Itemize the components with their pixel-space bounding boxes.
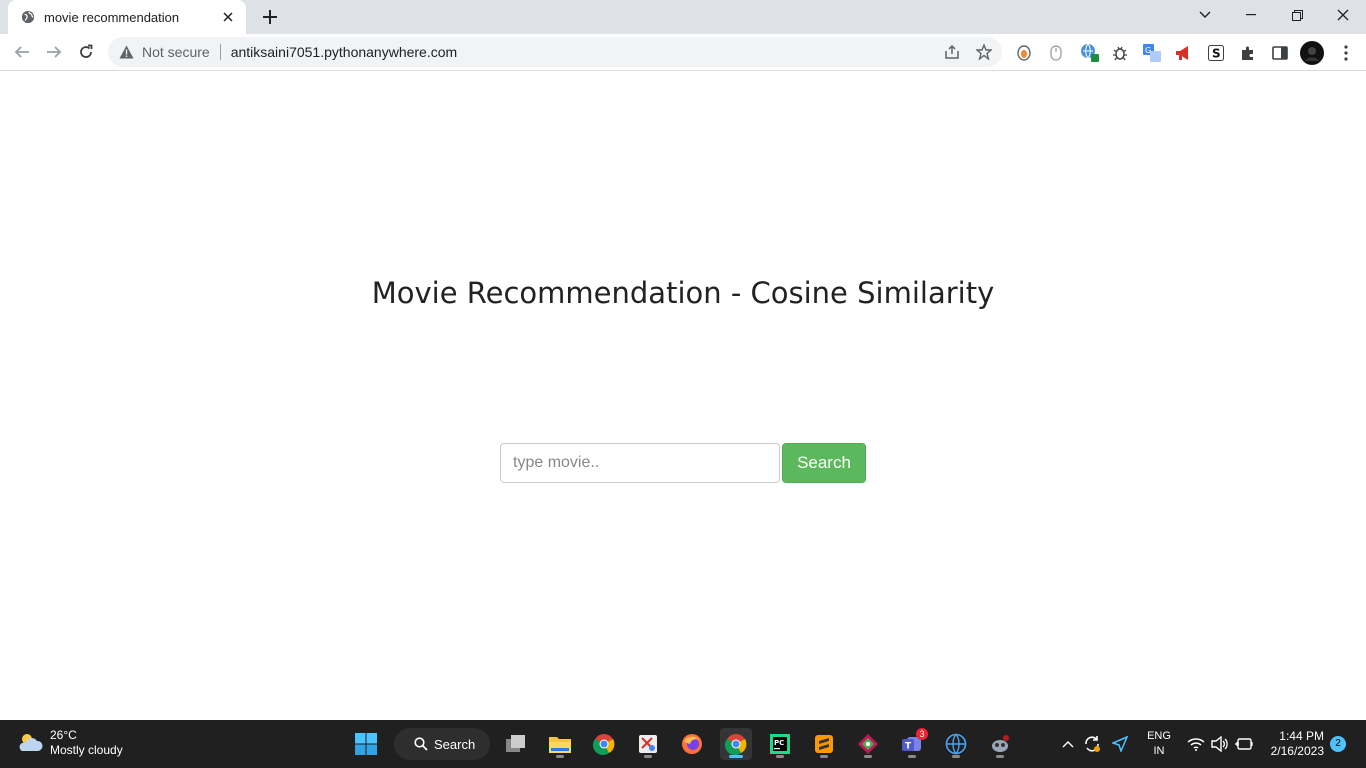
close-tab-icon[interactable] xyxy=(220,9,236,25)
taskbar-search[interactable]: Search xyxy=(394,728,490,760)
divider xyxy=(219,44,221,60)
cloudy-weather-icon xyxy=(19,734,43,751)
security-status[interactable]: Not secure xyxy=(142,44,210,60)
input-language[interactable]: ENG IN xyxy=(1146,729,1172,759)
forward-button[interactable] xyxy=(40,38,68,66)
search-button[interactable]: Search xyxy=(782,443,866,483)
teams-badge: 3 xyxy=(916,728,928,740)
web-page: Movie Recommendation - Cosine Similarity… xyxy=(0,71,1366,720)
globe-extension-icon[interactable] xyxy=(1080,43,1100,63)
svg-text:G: G xyxy=(1145,46,1151,55)
running-indicator xyxy=(776,755,784,758)
chevron-up-icon[interactable] xyxy=(1058,734,1078,754)
git-tool-icon[interactable] xyxy=(852,728,884,760)
minimize-button[interactable] xyxy=(1228,0,1274,30)
new-tab-button[interactable] xyxy=(258,5,282,29)
translate-extension-icon[interactable]: G xyxy=(1142,43,1162,63)
snipping-tool-icon[interactable] xyxy=(632,728,664,760)
back-button[interactable] xyxy=(8,38,36,66)
wifi-icon[interactable] xyxy=(1186,734,1206,754)
running-indicator xyxy=(864,755,872,758)
page-title: Movie Recommendation - Cosine Similarity xyxy=(371,276,995,310)
tab-strip: movie recommendation xyxy=(0,0,1366,34)
robot-app-icon[interactable] xyxy=(984,728,1016,760)
chrome-app-icon[interactable] xyxy=(588,728,620,760)
side-panel-icon[interactable] xyxy=(1270,43,1290,63)
pycharm-icon[interactable]: PC xyxy=(764,728,796,760)
chrome-menu-icon[interactable] xyxy=(1336,43,1356,63)
running-indicator xyxy=(644,755,652,758)
share-icon[interactable] xyxy=(944,44,960,60)
url-text[interactable]: antiksaini7051.pythonanywhere.com xyxy=(231,44,457,60)
bug-extension-icon[interactable] xyxy=(1110,43,1130,63)
running-indicator xyxy=(952,755,960,758)
svg-text:PC: PC xyxy=(774,739,784,747)
task-view-icon[interactable] xyxy=(500,728,532,760)
battery-icon[interactable] xyxy=(1234,734,1254,754)
s-extension-icon[interactable]: S xyxy=(1206,43,1226,63)
browser-tab[interactable]: movie recommendation xyxy=(8,0,246,34)
sync-icon[interactable] xyxy=(1082,734,1102,754)
running-indicator xyxy=(908,755,916,758)
taskbar: 26°C Mostly cloudy Search PC T 3 ENG IN … xyxy=(0,720,1366,768)
tab-title: movie recommendation xyxy=(44,9,180,25)
warning-icon[interactable] xyxy=(118,44,134,60)
lang-code: ENG xyxy=(1147,730,1171,742)
profile-avatar[interactable] xyxy=(1300,41,1324,65)
running-indicator xyxy=(996,755,1004,758)
search-icon xyxy=(414,737,428,751)
puzzle-extensions-icon[interactable] xyxy=(1238,43,1258,63)
browser-toolbar: Not secure antiksaini7051.pythonanywhere… xyxy=(0,34,1366,71)
running-indicator xyxy=(556,755,564,758)
chrome-active-icon[interactable] xyxy=(720,728,752,760)
globe-icon xyxy=(20,9,36,25)
taskbar-search-label: Search xyxy=(434,736,476,752)
weather-desc: Mostly cloudy xyxy=(50,743,123,757)
close-window-button[interactable] xyxy=(1320,0,1366,30)
clock-date: 2/16/2023 xyxy=(1270,744,1324,758)
notification-badge[interactable]: 2 xyxy=(1330,736,1346,752)
megaphone-extension-icon[interactable] xyxy=(1174,43,1194,63)
address-bar[interactable]: Not secure antiksaini7051.pythonanywhere… xyxy=(108,37,1002,67)
volume-icon[interactable] xyxy=(1210,734,1230,754)
movie-search-input[interactable] xyxy=(500,443,780,483)
sublime-text-icon[interactable] xyxy=(808,728,840,760)
running-indicator xyxy=(820,755,828,758)
file-explorer-icon[interactable] xyxy=(544,728,576,760)
start-button[interactable] xyxy=(350,728,382,760)
mouse-extension-icon[interactable] xyxy=(1046,43,1066,63)
restore-button[interactable] xyxy=(1274,0,1320,30)
weather-widget[interactable]: 26°C Mostly cloudy xyxy=(16,728,123,758)
svg-text:S: S xyxy=(1212,47,1221,61)
search-form: Search xyxy=(500,443,866,483)
location-arrow-icon[interactable] xyxy=(1110,734,1130,754)
extension-orange-icon[interactable] xyxy=(1014,43,1034,63)
weather-temp: 26°C xyxy=(50,728,77,742)
bookmark-star-icon[interactable] xyxy=(976,44,992,60)
clock-time: 1:44 PM xyxy=(1279,729,1324,743)
teams-icon[interactable]: T 3 xyxy=(896,728,928,760)
lang-region: IN xyxy=(1153,745,1165,757)
clock[interactable]: 1:44 PM 2/16/2023 xyxy=(1266,729,1324,759)
svg-text:T: T xyxy=(905,742,912,752)
network-globe-app-icon[interactable] xyxy=(940,728,972,760)
tab-search-chevron-icon[interactable] xyxy=(1182,0,1228,30)
reload-button[interactable] xyxy=(72,38,100,66)
active-indicator xyxy=(729,755,743,758)
firefox-icon[interactable] xyxy=(676,728,708,760)
